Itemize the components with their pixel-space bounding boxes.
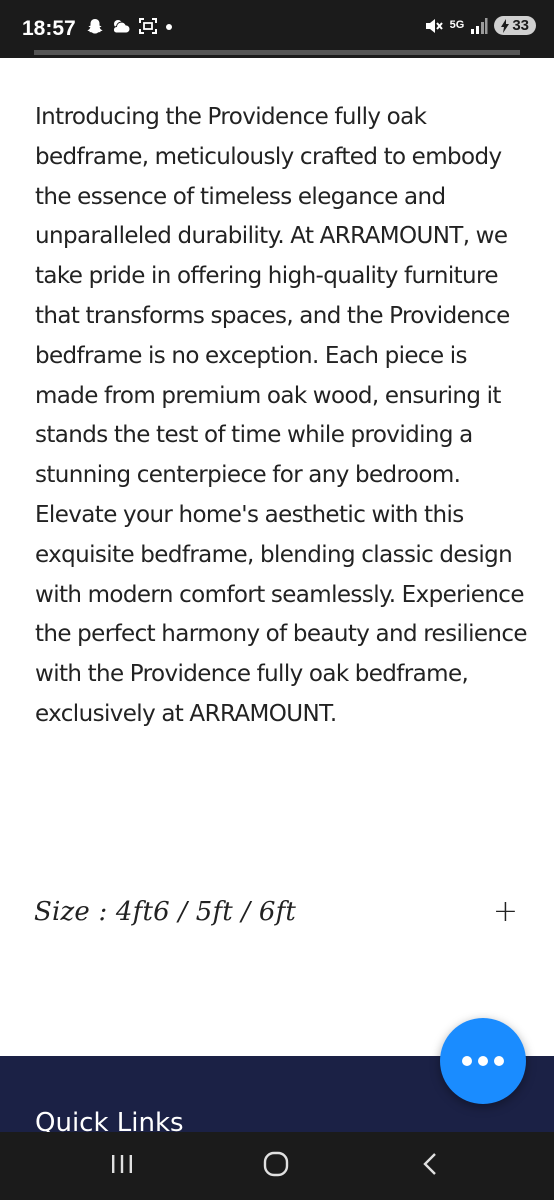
expand-plus-icon[interactable]: + <box>493 897 520 927</box>
network-type: 5G <box>449 19 465 31</box>
weather-icon <box>112 20 131 34</box>
snapchat-icon <box>87 19 103 34</box>
dot-icon <box>166 24 172 30</box>
header-divider <box>34 50 520 55</box>
more-dots-icon <box>462 1056 472 1066</box>
screenshot-icon <box>139 18 157 34</box>
battery-indicator: 33 <box>494 16 536 35</box>
size-accordion[interactable]: Size : 4ft6 / 5ft / 6ft + <box>34 890 520 934</box>
navigation-bar <box>0 1132 554 1200</box>
footer-heading-quick-links: Quick Links <box>35 1108 184 1132</box>
home-icon[interactable] <box>262 1150 290 1178</box>
chat-fab-button[interactable] <box>440 1018 526 1104</box>
battery-level: 33 <box>512 17 529 34</box>
size-label: Size : 4ft6 / 5ft / 6ft <box>34 897 297 927</box>
back-icon[interactable] <box>420 1150 440 1178</box>
system-icons: 5G 33 <box>424 16 536 35</box>
mute-icon <box>425 18 443 33</box>
recents-icon[interactable] <box>109 1150 135 1178</box>
more-dots-icon <box>494 1056 504 1066</box>
status-time: 18:57 <box>22 17 76 40</box>
more-dots-icon <box>478 1056 488 1066</box>
charging-icon <box>501 18 510 33</box>
signal-icon <box>471 17 488 34</box>
product-description: Introducing the Providence fully oak bed… <box>35 104 528 727</box>
notification-icons <box>86 17 174 35</box>
